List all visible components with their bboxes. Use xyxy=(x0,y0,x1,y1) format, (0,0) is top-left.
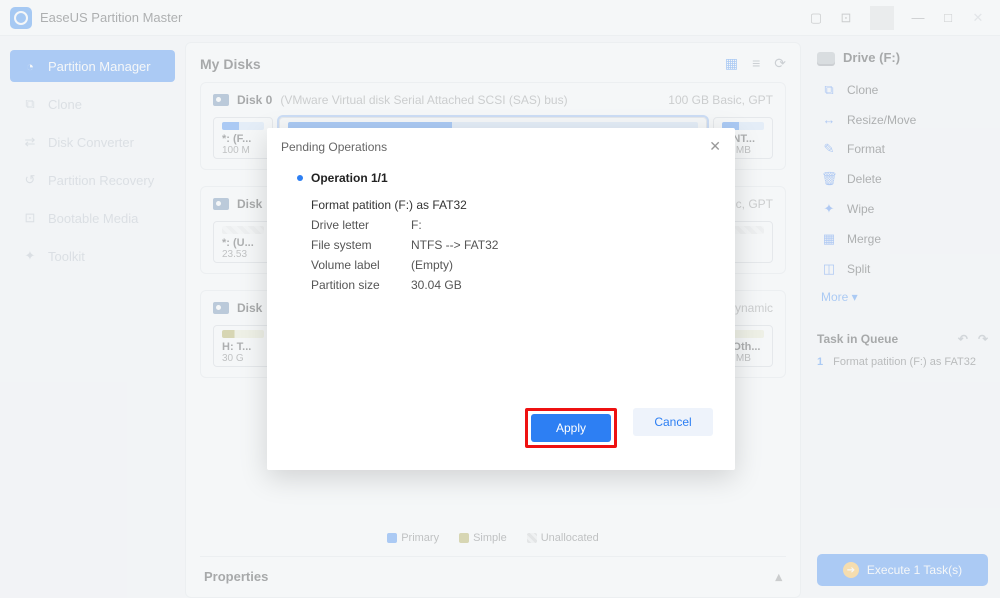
detail-row: Drive letterF: xyxy=(297,215,705,235)
operation-header: Operation 1/1 xyxy=(297,171,705,185)
detail-row: Volume label(Empty) xyxy=(297,255,705,275)
apply-highlight: Apply xyxy=(525,408,617,448)
cancel-button[interactable]: Cancel xyxy=(633,408,713,436)
modal-title: Pending Operations xyxy=(281,140,387,154)
pending-operations-modal: Pending Operations ✕ Operation 1/1 Forma… xyxy=(267,128,735,470)
detail-row: Partition size30.04 GB xyxy=(297,275,705,295)
detail-row: File systemNTFS --> FAT32 xyxy=(297,235,705,255)
close-icon[interactable]: ✕ xyxy=(709,138,721,155)
apply-button[interactable]: Apply xyxy=(531,414,611,442)
operation-desc: Format patition (F:) as FAT32 xyxy=(297,195,705,215)
bullet-icon xyxy=(297,175,303,181)
